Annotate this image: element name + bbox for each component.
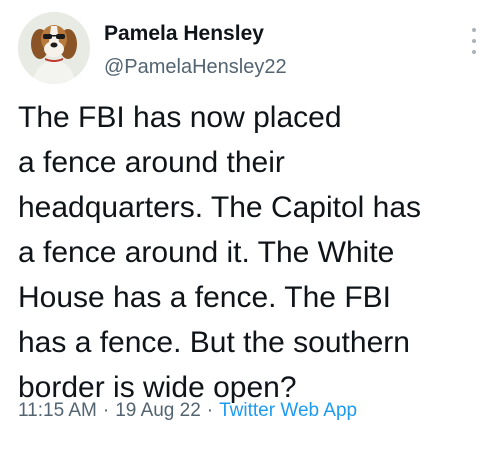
- dot: [472, 28, 476, 32]
- tweet-text-line: headquarters. The Capitol has: [18, 191, 422, 224]
- dot: [472, 50, 476, 54]
- source-app-link[interactable]: Twitter Web App: [219, 400, 357, 421]
- tweet-text-line: The FBI has now placed: [18, 101, 342, 134]
- more-vertical-icon[interactable]: [470, 28, 478, 54]
- tweet-date[interactable]: 19 Aug 22: [115, 400, 201, 421]
- separator: ·: [206, 400, 214, 421]
- separator: ·: [102, 400, 110, 421]
- tweet-text-line: a fence around it. The White: [18, 236, 395, 269]
- beagle-dog-avatar-icon: [18, 12, 90, 84]
- avatar[interactable]: [18, 12, 90, 84]
- author-handle[interactable]: @PamelaHensley22: [104, 56, 287, 79]
- dot: [472, 39, 476, 43]
- tweet-meta: 11:15 AM · 19 Aug 22 · Twitter Web App: [18, 400, 357, 422]
- tweet-text: The FBI has now placed a fence around th…: [18, 95, 488, 410]
- tweet-card: Pamela Hensley @PamelaHensley22 The FBI …: [0, 0, 500, 457]
- tweet-time[interactable]: 11:15 AM: [18, 400, 97, 421]
- tweet-text-line: has a fence. But the southern: [18, 326, 410, 359]
- tweet-text-line: a fence around their: [18, 146, 285, 179]
- tweet-text-line: House has a fence. The FBI: [18, 281, 391, 314]
- author-name[interactable]: Pamela Hensley: [104, 22, 264, 46]
